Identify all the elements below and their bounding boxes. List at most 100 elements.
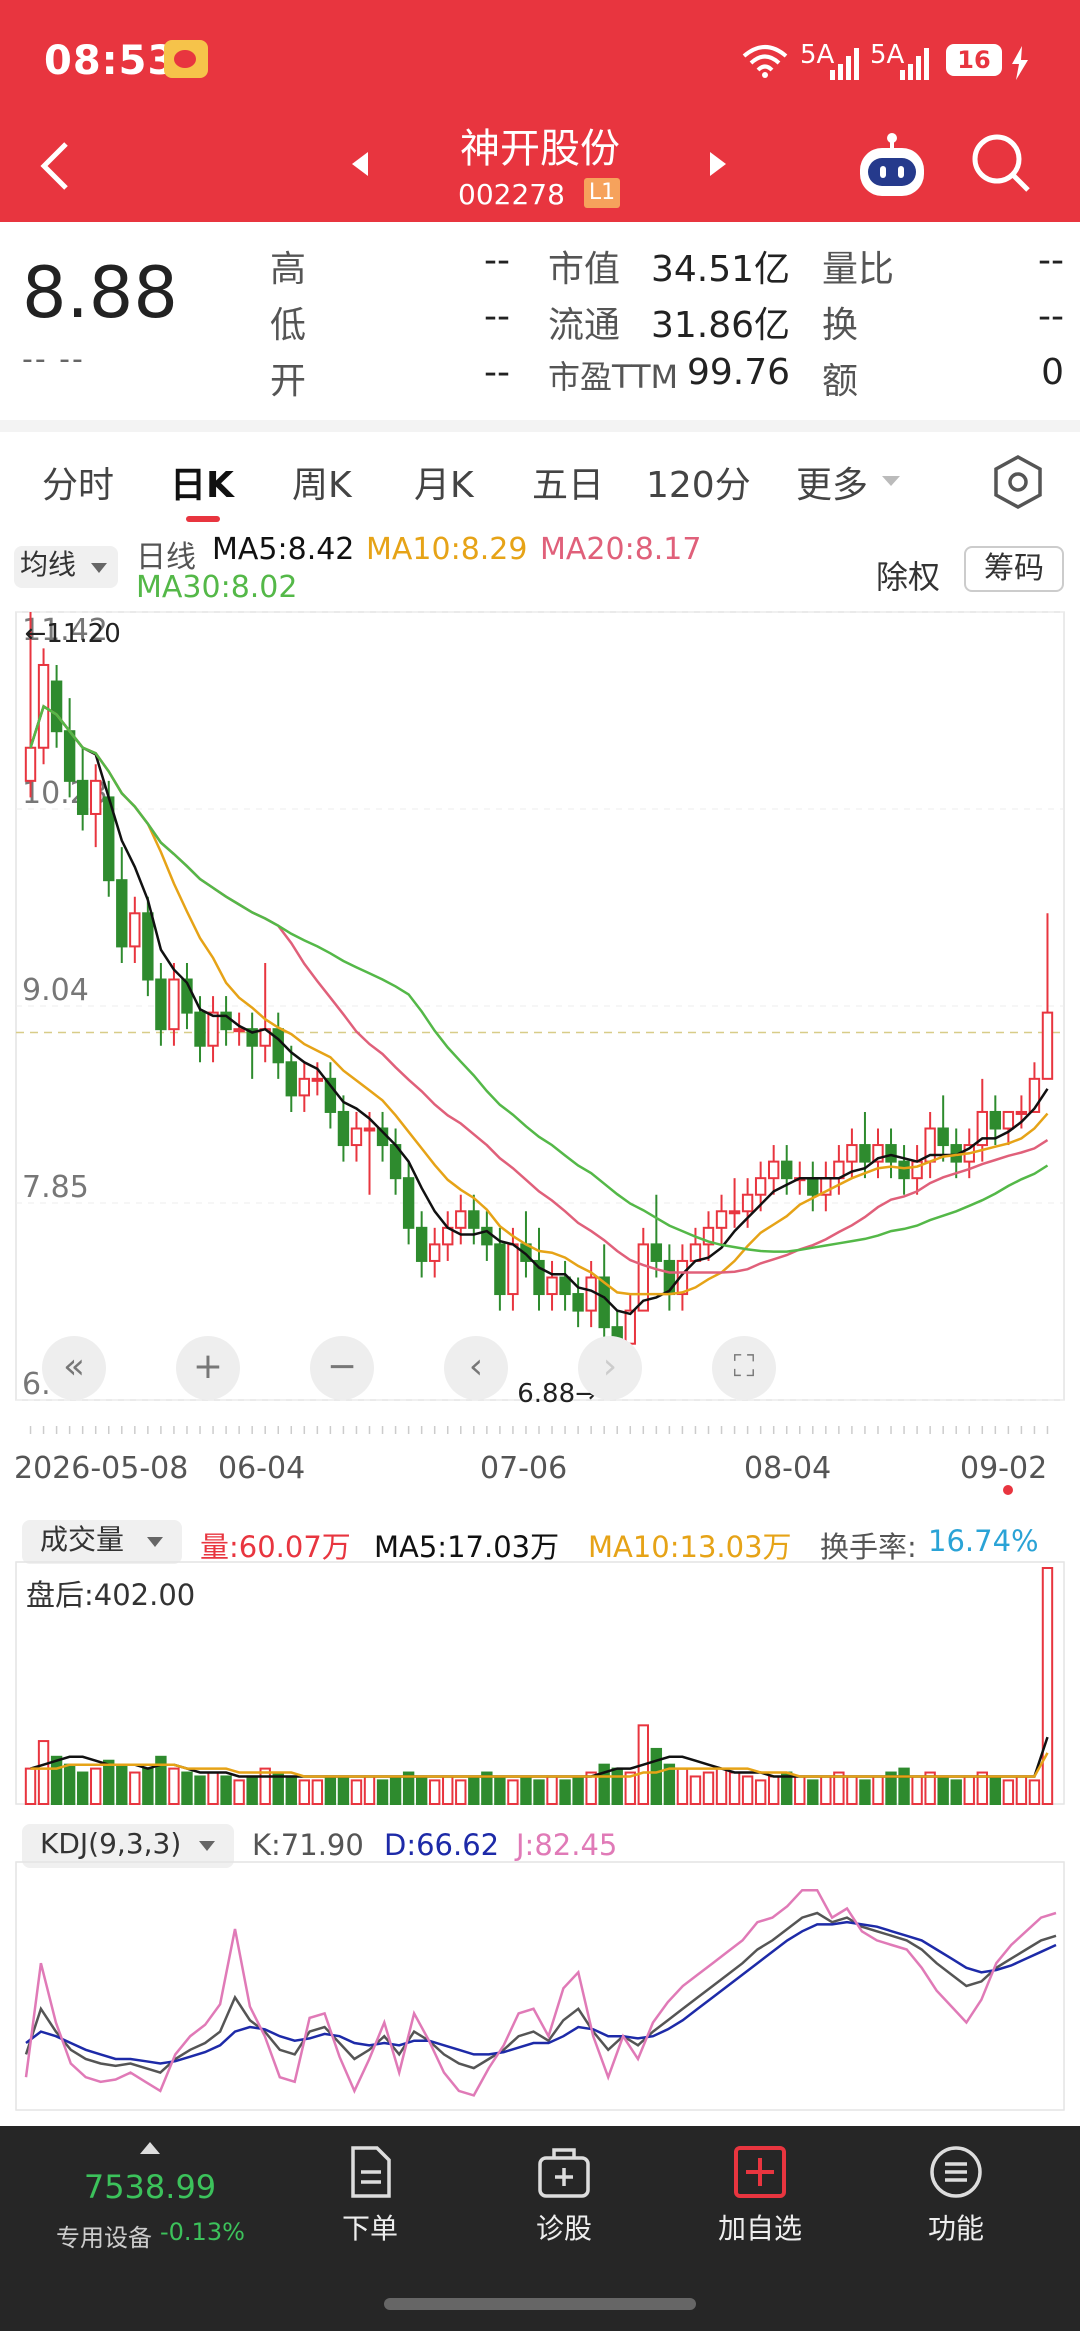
candle-body	[24, 746, 37, 782]
kdj-chart[interactable]	[0, 1814, 1080, 2114]
candle-body	[559, 1276, 571, 1296]
candle-body	[898, 1160, 910, 1180]
nav-add-watchlist[interactable]: 加自选	[690, 2144, 830, 2247]
ratio-label: 量比	[822, 249, 895, 290]
tab-more[interactable]: 更多	[796, 456, 868, 508]
candle-body	[885, 1144, 897, 1163]
zoom-out-button[interactable]: −	[310, 1336, 374, 1400]
candle-body	[415, 1226, 428, 1262]
volume-bar	[76, 1771, 89, 1805]
menu-circle-icon	[930, 2146, 982, 2198]
quote-panel: 8.88 -- -- 高 -- 低 -- 开 -- 市值 34.51亿 流通 3…	[0, 222, 1080, 422]
candle-body	[1041, 1011, 1054, 1080]
candle-body	[650, 1243, 663, 1262]
volume-bar	[520, 1775, 532, 1806]
caret-down-icon	[882, 476, 900, 486]
volume-bar	[859, 1779, 871, 1805]
high-label: 高	[270, 249, 307, 290]
float-label: 流通	[548, 305, 621, 346]
candle-body	[468, 1210, 480, 1229]
scroll-right-button[interactable]: ›	[578, 1336, 642, 1400]
nav-functions[interactable]: 功能	[886, 2144, 1026, 2247]
ma20-label: MA20:8.17	[540, 532, 702, 567]
ratio-value: --	[1038, 240, 1064, 281]
signal-bars-icon	[830, 48, 859, 80]
candle-body	[989, 1110, 1002, 1130]
active-tab-indicator	[186, 516, 220, 522]
amount-value: 0	[1041, 352, 1064, 393]
volume-bar	[455, 1779, 467, 1805]
volume-bar	[728, 1771, 741, 1805]
medical-kit-icon	[538, 2148, 590, 2198]
volume-bar	[429, 1779, 441, 1805]
kline-chart[interactable]: 11.4210.239.047.856.66←11.206.88→2026-05…	[0, 600, 1080, 1530]
kdj-d-line	[25, 1920, 1057, 2065]
fullscreen-button[interactable]: ⛶	[712, 1336, 776, 1400]
low-label: 低	[270, 305, 307, 346]
ma10-label: MA10:8.29	[366, 532, 528, 567]
settings-hexagon-icon[interactable]	[992, 454, 1044, 510]
level-badge: L1	[584, 178, 620, 208]
index-change: -0.13%	[160, 2218, 245, 2246]
current-date-dot	[1003, 1485, 1013, 1495]
tab-120min[interactable]: 120分	[646, 456, 751, 508]
tab-day-k[interactable]: 日K	[170, 456, 234, 508]
volume-bar	[363, 1775, 376, 1806]
add-watchlist-icon	[734, 2146, 786, 2198]
chuquan-button[interactable]: 除权	[876, 552, 940, 598]
volume-bar	[389, 1775, 402, 1806]
candle-body	[298, 1077, 311, 1097]
ma5-label: MA5:8.42	[212, 532, 355, 567]
date-axis-label: 07-06	[480, 1451, 567, 1486]
volume-bar	[715, 1767, 728, 1806]
tab-five-day[interactable]: 五日	[532, 456, 604, 508]
pe-value: 99.76	[686, 352, 790, 393]
candle-body	[585, 1276, 597, 1312]
tab-month-k[interactable]: 月K	[414, 456, 474, 508]
next-stock-icon[interactable]	[708, 150, 728, 178]
volume-bar	[1041, 1567, 1054, 1805]
volume-bar	[650, 1747, 663, 1805]
candle-body	[767, 1160, 780, 1180]
zoom-in-button[interactable]: +	[176, 1336, 240, 1400]
mcap-label: 市值	[548, 249, 621, 290]
current-price: 8.88	[22, 252, 178, 334]
volume-bar	[350, 1779, 363, 1805]
candle-body	[285, 1061, 297, 1097]
rewind-button[interactable]: «	[42, 1336, 106, 1400]
volume-bar	[442, 1775, 454, 1806]
volume-bar	[285, 1775, 297, 1806]
candle-body	[546, 1276, 558, 1296]
amount-label: 额	[822, 361, 859, 402]
candle-body	[572, 1293, 584, 1312]
volume-bar	[533, 1779, 545, 1805]
volume-bar	[129, 1771, 141, 1805]
robot-icon[interactable]	[856, 130, 928, 200]
date-axis-label: 09-02	[960, 1451, 1047, 1486]
home-indicator[interactable]	[384, 2298, 696, 2310]
caret-up-icon	[140, 2142, 160, 2154]
volume-bar	[611, 1767, 623, 1806]
volume-bar	[298, 1779, 311, 1805]
charging-icon	[1012, 46, 1028, 80]
candle-body	[50, 680, 63, 733]
tab-fenshi[interactable]: 分时	[42, 456, 114, 508]
volume-bar	[507, 1779, 519, 1805]
candle-body	[402, 1177, 415, 1229]
chouma-button[interactable]: 筹码	[964, 546, 1064, 592]
volume-bar	[546, 1775, 558, 1806]
nav-diagnose[interactable]: 诊股	[494, 2144, 634, 2247]
candle-body	[142, 912, 154, 981]
scroll-left-button[interactable]: ‹	[444, 1336, 508, 1400]
index-value[interactable]: 7538.99	[60, 2168, 240, 2206]
volume-bar	[376, 1779, 389, 1805]
volume-chart[interactable]	[0, 1510, 1080, 1810]
volume-bar	[63, 1763, 76, 1806]
volume-bar	[116, 1763, 128, 1806]
candle-body	[272, 1028, 284, 1064]
tab-week-k[interactable]: 周K	[292, 456, 352, 508]
nav-order[interactable]: 下单	[300, 2144, 440, 2247]
search-icon[interactable]	[970, 132, 1032, 194]
volume-bar	[233, 1779, 245, 1805]
volume-bar	[24, 1767, 37, 1806]
